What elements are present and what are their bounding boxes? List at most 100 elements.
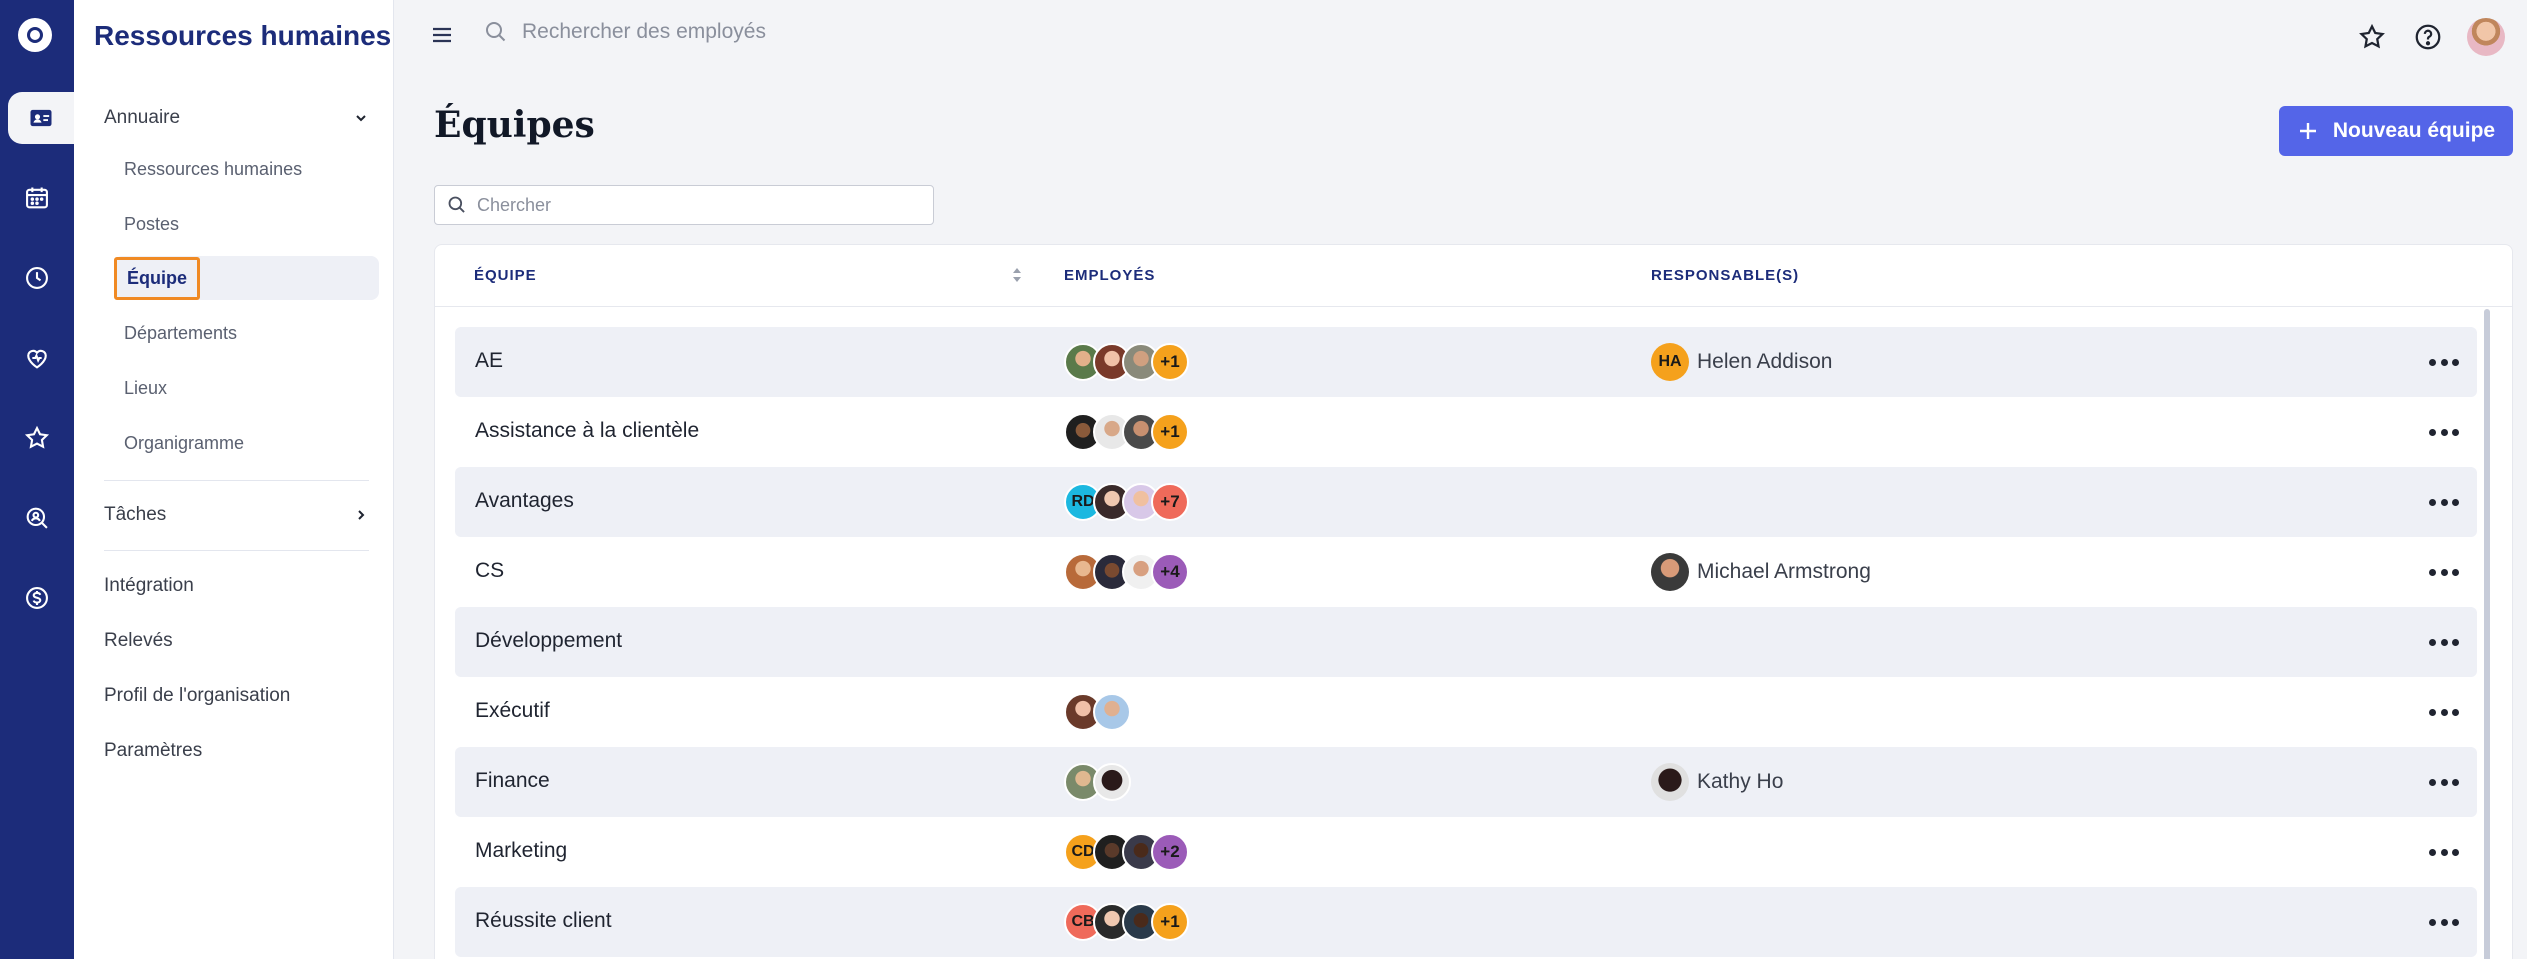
more-employees-badge[interactable]: +7 — [1151, 483, 1189, 521]
column-header-employees: EMPLOYÉS — [1064, 267, 1156, 284]
sidebar-item-label: Paramètres — [104, 740, 203, 761]
sidebar-item-lieux[interactable]: Lieux — [114, 366, 379, 410]
global-search[interactable]: Rechercher des employés — [484, 20, 766, 44]
table-row[interactable]: Exécutif — [455, 677, 2477, 747]
sidebar-item-parametres[interactable]: Paramètres — [104, 729, 369, 773]
more-actions-icon[interactable] — [2429, 559, 2459, 585]
manager[interactable]: Kathy Ho — [1651, 763, 1783, 801]
sidebar-section-taches[interactable]: Tâches — [104, 493, 369, 537]
more-employees-badge[interactable]: +4 — [1151, 553, 1189, 591]
table-row[interactable]: Finance Kathy Ho — [455, 747, 2477, 817]
avatar[interactable] — [1093, 693, 1131, 731]
sidebar-item-releves[interactable]: Relevés — [104, 619, 369, 663]
team-name[interactable]: AE — [475, 349, 503, 373]
more-employees-badge[interactable]: +1 — [1151, 343, 1189, 381]
sidebar: Ressources humaines Annuaire Ressources … — [74, 0, 394, 959]
sidebar-item-label: Lieux — [124, 377, 168, 398]
sidebar-item-label: Organigramme — [124, 432, 245, 453]
app-title: Ressources humaines — [94, 20, 392, 51]
more-actions-icon[interactable] — [2429, 769, 2459, 795]
payroll-dollar-icon[interactable] — [0, 572, 74, 624]
employee-avatars: +4 — [1064, 553, 1189, 591]
more-employees-badge[interactable]: +1 — [1151, 413, 1189, 451]
more-actions-icon[interactable] — [2429, 839, 2459, 865]
clock-icon[interactable] — [0, 252, 74, 304]
sidebar-item-label: Postes — [124, 213, 180, 234]
new-team-button[interactable]: Nouveau équipe — [2279, 106, 2513, 156]
sidebar-item-ressources-humaines[interactable]: Ressources humaines — [114, 147, 379, 191]
more-actions-icon[interactable] — [2429, 419, 2459, 445]
column-header-team[interactable]: ÉQUIPE — [474, 267, 537, 284]
sidebar-section-annuaire[interactable]: Annuaire — [104, 96, 369, 140]
sort-icon[interactable] — [1011, 265, 1023, 285]
team-name[interactable]: Assistance à la clientèle — [475, 419, 699, 443]
table-row[interactable]: Développement — [455, 607, 2477, 677]
more-actions-icon[interactable] — [2429, 489, 2459, 515]
manager[interactable]: HA Helen Addison — [1651, 343, 1832, 381]
divider — [104, 550, 369, 551]
table-row[interactable]: Marketing CD +2 — [455, 817, 2477, 887]
teams-table: ÉQUIPE EMPLOYÉS RESPONSABLE(S) AE +1 HA … — [434, 244, 2513, 959]
table-row[interactable]: Assistance à la clientèle +1 — [455, 397, 2477, 467]
more-actions-icon[interactable] — [2429, 699, 2459, 725]
employee-avatars: CD +2 — [1064, 833, 1189, 871]
sidebar-item-profil-organisation[interactable]: Profil de l'organisation — [104, 674, 369, 718]
plus-icon — [2299, 123, 2316, 139]
avatar[interactable] — [1093, 763, 1131, 801]
search-icon — [448, 196, 465, 213]
recruiting-search-icon[interactable] — [0, 492, 74, 544]
divider — [104, 480, 369, 481]
employee-avatars: RD +7 — [1064, 483, 1189, 521]
user-avatar[interactable] — [2467, 18, 2505, 56]
new-team-button-label: Nouveau équipe — [2332, 119, 2496, 142]
more-employees-badge[interactable]: +1 — [1151, 903, 1189, 941]
sidebar-item-integration[interactable]: Intégration — [104, 564, 369, 608]
team-name[interactable]: Exécutif — [475, 699, 550, 723]
team-name[interactable]: CS — [475, 559, 504, 583]
team-name[interactable]: Réussite client — [475, 909, 612, 933]
sidebar-item-label: Départements — [124, 322, 238, 343]
table-header: ÉQUIPE EMPLOYÉS RESPONSABLE(S) — [435, 245, 2512, 307]
heart-icon[interactable] — [0, 332, 74, 384]
more-actions-icon[interactable] — [2429, 909, 2459, 935]
sidebar-item-label: Relevés — [104, 630, 173, 651]
more-actions-icon[interactable] — [2429, 349, 2459, 375]
table-row[interactable]: CS +4 Michael Armstrong — [455, 537, 2477, 607]
table-row[interactable]: Avantages RD +7 — [455, 467, 2477, 537]
help-icon[interactable] — [2411, 20, 2445, 54]
team-name[interactable]: Avantages — [475, 489, 574, 513]
team-search-input[interactable] — [477, 194, 917, 216]
sidebar-item-equipe[interactable]: Équipe — [114, 256, 379, 300]
manager-avatar — [1651, 553, 1689, 591]
manager-name: Michael Armstrong — [1697, 560, 1871, 583]
sidebar-item-label: Équipe — [114, 256, 201, 300]
team-name[interactable]: Finance — [475, 769, 550, 793]
team-name[interactable]: Marketing — [475, 839, 567, 863]
manager[interactable]: Michael Armstrong — [1651, 553, 1871, 591]
chevron-down-icon — [356, 115, 366, 122]
favorites-star-icon[interactable] — [2355, 20, 2389, 54]
icon-rail — [0, 0, 74, 959]
app-logo-icon[interactable] — [18, 18, 52, 52]
table-row[interactable]: AE +1 HA Helen Addison — [455, 327, 2477, 397]
chevron-right-icon — [358, 510, 365, 520]
team-name[interactable]: Développement — [475, 629, 622, 653]
calendar-icon[interactable] — [0, 172, 74, 224]
table-row[interactable]: Réussite client CB +1 — [455, 887, 2477, 957]
manager-name: Helen Addison — [1697, 350, 1833, 373]
sidebar-item-departements[interactable]: Départements — [114, 311, 379, 355]
more-actions-icon[interactable] — [2429, 629, 2459, 655]
more-employees-badge[interactable]: +2 — [1151, 833, 1189, 871]
sidebar-section-label: Tâches — [104, 504, 167, 525]
column-header-managers: RESPONSABLE(S) — [1651, 267, 1800, 284]
menu-icon[interactable] — [430, 24, 454, 46]
directory-icon[interactable] — [8, 92, 74, 144]
manager-avatar — [1651, 763, 1689, 801]
employee-avatars: +1 — [1064, 413, 1189, 451]
scrollbar[interactable] — [2484, 309, 2490, 959]
sidebar-item-organigramme[interactable]: Organigramme — [114, 421, 379, 465]
star-icon[interactable] — [0, 412, 74, 464]
sidebar-item-postes[interactable]: Postes — [114, 202, 379, 246]
employee-avatars — [1064, 693, 1131, 731]
manager-avatar: HA — [1651, 343, 1689, 381]
